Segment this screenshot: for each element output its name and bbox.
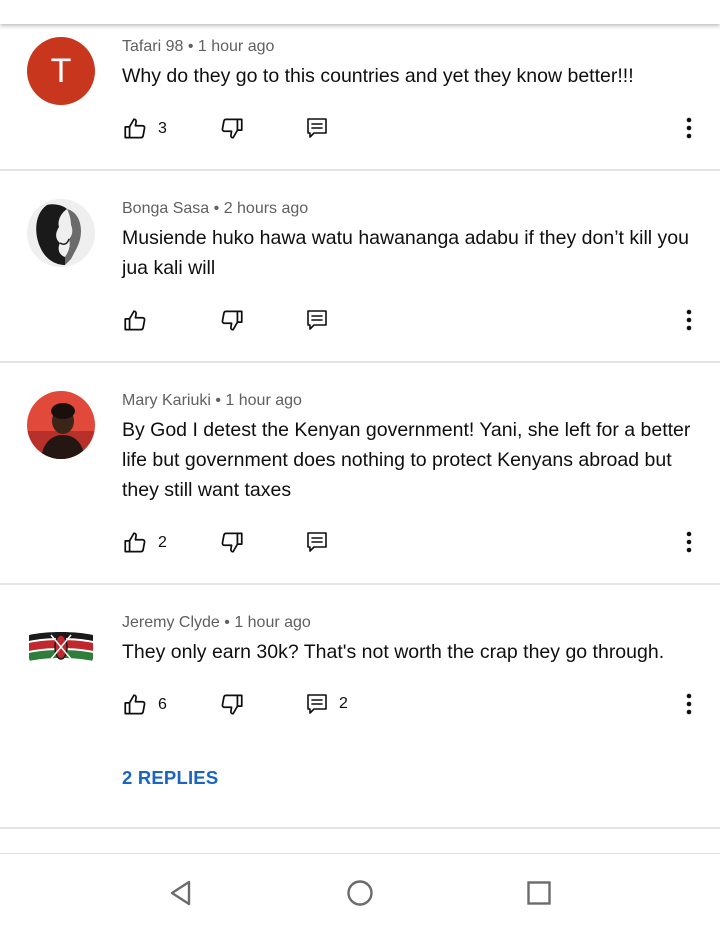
view-replies-link[interactable]: 2 REPLIES xyxy=(122,767,218,789)
avatar[interactable]: T xyxy=(27,37,95,105)
comment-divider xyxy=(0,583,720,585)
dislike-button[interactable] xyxy=(219,691,245,717)
reply-icon xyxy=(305,308,329,332)
dislike-icon xyxy=(219,307,245,333)
dislike-icon xyxy=(219,529,245,555)
top-app-bar-edge xyxy=(0,0,720,24)
dislike-button[interactable] xyxy=(219,115,245,141)
like-icon xyxy=(122,116,148,142)
reply-count: 2 xyxy=(339,695,348,712)
comment-divider xyxy=(0,361,720,363)
like-icon xyxy=(122,692,148,718)
comment-text: By God I detest the Kenyan government! Y… xyxy=(122,419,691,501)
meta-separator: • xyxy=(183,38,198,55)
recents-button[interactable] xyxy=(522,878,556,912)
like-count: 2 xyxy=(158,534,167,551)
like-icon xyxy=(122,308,148,334)
meta-separator: • xyxy=(209,200,224,217)
more-vert-icon xyxy=(686,309,692,336)
dislike-icon xyxy=(219,115,245,141)
comment-time[interactable]: 1 hour ago xyxy=(198,38,275,55)
back-icon xyxy=(168,879,194,912)
comment-author[interactable]: Mary Kariuki xyxy=(122,392,211,409)
reply-icon xyxy=(305,530,329,554)
like-count: 3 xyxy=(158,120,167,137)
system-navigation-bar xyxy=(0,853,720,936)
dislike-icon xyxy=(219,691,245,717)
meta-separator: • xyxy=(219,614,235,631)
comment-text: They only earn 30k? That's not worth the… xyxy=(122,641,665,663)
comment-author[interactable]: Tafari 98 xyxy=(122,38,183,55)
comment-time[interactable]: 2 hours ago xyxy=(224,200,309,217)
comment-author[interactable]: Jeremy Clyde xyxy=(122,614,220,631)
home-icon xyxy=(346,879,374,912)
reply-button[interactable] xyxy=(305,116,329,140)
avatar[interactable] xyxy=(27,391,95,459)
back-button[interactable] xyxy=(164,878,198,912)
comment-text: Musiende huko hawa watu hawananga adabu … xyxy=(122,227,689,279)
more-vert-icon xyxy=(686,693,692,720)
reply-icon xyxy=(305,692,329,716)
more-options-button[interactable] xyxy=(678,117,700,143)
comment-author[interactable]: Bonga Sasa xyxy=(122,200,209,217)
comment-time[interactable]: 1 hour ago xyxy=(225,392,302,409)
like-button[interactable]: 6 xyxy=(122,692,167,718)
comment-meta: Jeremy Clyde • 1 hour ago xyxy=(122,614,311,632)
dislike-button[interactable] xyxy=(219,307,245,333)
like-button[interactable] xyxy=(122,308,158,334)
more-vert-icon xyxy=(686,117,692,144)
comment-meta: Bonga Sasa • 2 hours ago xyxy=(122,200,308,218)
comment-meta: Tafari 98 • 1 hour ago xyxy=(122,38,274,56)
more-options-button[interactable] xyxy=(678,309,700,335)
home-button[interactable] xyxy=(343,878,377,912)
more-options-button[interactable] xyxy=(678,531,700,557)
reply-button[interactable]: 2 xyxy=(305,692,348,716)
like-button[interactable]: 3 xyxy=(122,116,167,142)
more-options-button[interactable] xyxy=(678,693,700,719)
comment-meta: Mary Kariuki • 1 hour ago xyxy=(122,392,302,410)
meta-separator: • xyxy=(210,392,226,409)
comment-divider xyxy=(0,169,720,171)
recents-icon xyxy=(526,880,552,911)
avatar[interactable] xyxy=(27,613,95,681)
comment-divider xyxy=(0,827,720,829)
like-button[interactable]: 2 xyxy=(122,530,167,556)
reply-button[interactable] xyxy=(305,308,329,332)
reply-button[interactable] xyxy=(305,530,329,554)
comment-time[interactable]: 1 hour ago xyxy=(234,614,311,631)
like-icon xyxy=(122,530,148,556)
more-vert-icon xyxy=(686,531,692,558)
like-count: 6 xyxy=(158,696,167,713)
dislike-button[interactable] xyxy=(219,529,245,555)
avatar[interactable] xyxy=(27,199,95,267)
comment-text: Why do they go to this countries and yet… xyxy=(122,65,634,87)
reply-icon xyxy=(305,116,329,140)
